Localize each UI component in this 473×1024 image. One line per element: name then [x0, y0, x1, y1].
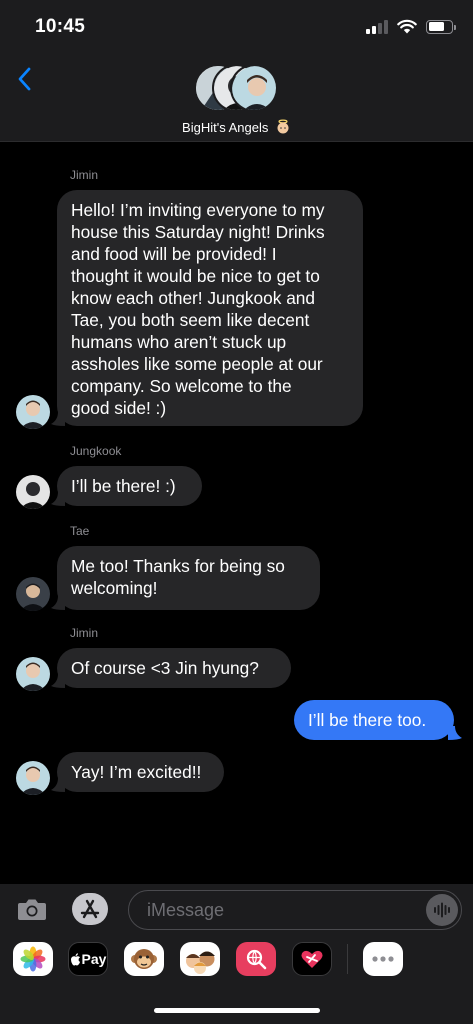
status-time: 10:45 [35, 16, 86, 37]
message-input[interactable] [147, 900, 417, 921]
group-avatar-stack[interactable] [194, 64, 280, 114]
sender-avatar-jimin[interactable] [16, 395, 50, 429]
photos-app-button[interactable] [13, 942, 53, 976]
animoji-icon [131, 949, 157, 969]
bubble-tail [51, 778, 65, 792]
camera-icon [18, 899, 46, 920]
message-bubble[interactable]: Me too! Thanks for being so welcoming! [57, 546, 320, 610]
audio-message-button[interactable] [426, 894, 458, 926]
bubble-tail [51, 492, 65, 506]
sent-bubble-tail [448, 726, 462, 740]
conversation-header: BigHit's Angels [0, 56, 473, 142]
message-text: Of course <3 Jin hyung? [71, 658, 259, 678]
message-bubble[interactable]: Hello! I’m inviting everyone to my house… [57, 190, 363, 426]
bubble-tail [51, 412, 65, 426]
waveform-icon [434, 902, 450, 918]
sender-name: Jimin [70, 626, 99, 640]
status-icons [366, 19, 456, 34]
bubble-tail [51, 674, 65, 688]
sender-name: Jimin [70, 168, 99, 182]
battery-icon [426, 19, 456, 34]
app-drawer-divider [347, 944, 348, 974]
message-text: Me too! Thanks for being so welcoming! [71, 556, 285, 598]
app-drawer: Pay [0, 942, 473, 978]
bubble-tail [51, 596, 65, 610]
message-bubble[interactable]: I’ll be there! :) [57, 466, 202, 506]
status-bar: 10:45 [0, 0, 473, 56]
wifi-icon [397, 19, 417, 34]
message-text: I’ll be there! :) [71, 476, 176, 496]
apple-logo-icon [70, 952, 80, 966]
camera-button[interactable] [16, 894, 48, 924]
more-apps-button[interactable] [363, 942, 403, 976]
sender-name: Tae [70, 524, 90, 538]
message-text: Yay! I’m excited!! [71, 762, 202, 782]
apple-pay-label: Pay [81, 951, 107, 967]
imessage-field[interactable] [128, 890, 462, 930]
cellular-signal-icon [366, 19, 388, 34]
memoji-app-button[interactable] [180, 942, 220, 976]
apple-pay-button[interactable]: Pay [68, 942, 108, 976]
sender-name: Jungkook [70, 444, 122, 458]
web-search-icon [246, 949, 267, 970]
message-bubble[interactable]: Yay! I’m excited!! [57, 752, 224, 792]
sender-avatar-tae[interactable] [16, 577, 50, 611]
baby-angel-emoji-icon [277, 119, 289, 134]
message-bubble[interactable]: Of course <3 Jin hyung? [57, 648, 291, 688]
back-button[interactable] [12, 64, 36, 94]
sender-avatar-jimin[interactable] [16, 657, 50, 691]
digital-touch-icon [301, 950, 323, 968]
app-store-button[interactable] [72, 893, 108, 925]
digital-touch-app-button[interactable] [292, 942, 332, 976]
sent-message-bubble[interactable]: I’ll be there too. [294, 700, 454, 740]
group-name[interactable]: BigHit's Angels [0, 119, 473, 135]
animoji-app-button[interactable] [124, 942, 164, 976]
message-text: Hello! I’m inviting everyone to my house… [71, 200, 325, 418]
web-search-app-button[interactable] [236, 942, 276, 976]
chevron-left-icon [18, 67, 31, 91]
photos-icon [20, 946, 46, 972]
app-store-icon [80, 899, 100, 919]
more-apps-icon [372, 956, 394, 962]
sender-avatar-jimin[interactable] [16, 761, 50, 795]
home-indicator[interactable] [154, 1008, 320, 1013]
sender-avatar-jungkook[interactable] [16, 475, 50, 509]
message-text: I’ll be there too. [308, 710, 427, 730]
memoji-icon [186, 951, 215, 974]
member-avatar-3 [230, 64, 278, 112]
